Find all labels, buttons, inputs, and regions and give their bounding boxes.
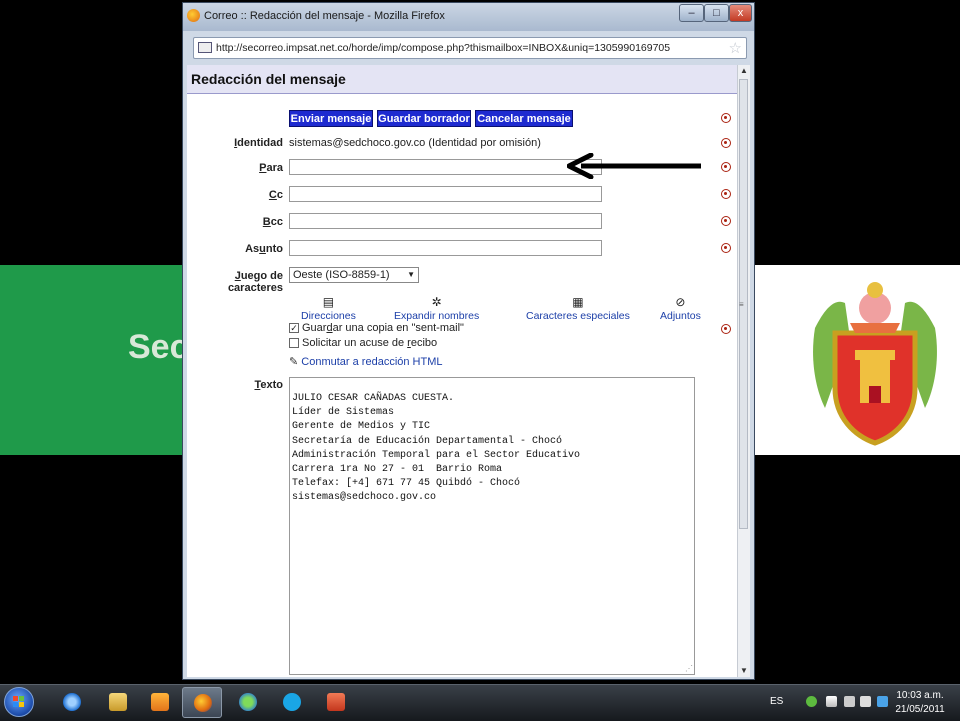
cc-input[interactable]	[289, 186, 602, 202]
bcc-input[interactable]	[289, 213, 602, 229]
save-copy-checkbox[interactable]: ✓	[289, 323, 299, 333]
resize-grip-icon[interactable]: ≡	[739, 300, 744, 309]
identity-value: sistemas@sedchoco.gov.co (Identidad por …	[289, 137, 541, 149]
start-button[interactable]	[4, 687, 34, 717]
taskbar-firefox[interactable]	[182, 687, 222, 718]
text-label: Texto	[254, 379, 283, 391]
identity-label: Identidad	[234, 137, 283, 149]
message-body-textarea[interactable]: JULIO CESAR CAÑADAS CUESTA. Líder de Sis…	[289, 377, 695, 675]
taskbar-skype[interactable]	[272, 687, 312, 718]
close-button[interactable]: x	[729, 4, 752, 22]
help-icon[interactable]	[721, 324, 731, 334]
to-label: Para	[259, 162, 283, 174]
windows-logo-icon	[13, 696, 25, 708]
folder-icon	[109, 693, 127, 711]
special-characters-link[interactable]: ▦ Caracteres especiales	[526, 295, 630, 322]
help-icon[interactable]	[721, 162, 731, 172]
message-body-text: JULIO CESAR CAÑADAS CUESTA. Líder de Sis…	[292, 393, 581, 504]
expand-names-link[interactable]: ✲ Expandir nombres	[394, 295, 479, 322]
help-icon[interactable]	[721, 243, 731, 253]
taskbar-internet-explorer[interactable]	[52, 687, 92, 718]
taskbar-powerpoint[interactable]	[316, 687, 356, 718]
help-icon[interactable]	[721, 216, 731, 226]
help-icon[interactable]	[721, 189, 731, 199]
save-draft-button[interactable]: Guardar borrador	[377, 110, 471, 127]
internet-explorer-icon	[63, 693, 81, 711]
subject-input[interactable]	[289, 240, 602, 256]
skype-icon	[283, 693, 301, 711]
clock-time: 10:03 a.m.	[896, 690, 944, 701]
charset-label: Juego de caracteres	[227, 270, 283, 294]
powerpoint-icon	[327, 693, 345, 711]
special-characters-icon: ▦	[572, 295, 584, 309]
window-titlebar[interactable]: Correo :: Redacción del mensaje - Mozill…	[183, 3, 754, 31]
taskbar-messenger[interactable]	[228, 687, 268, 718]
expand-names-icon: ✲	[431, 295, 442, 309]
send-message-button[interactable]: Enviar mensaje	[289, 110, 373, 127]
flag-tray-icon[interactable]	[826, 696, 837, 707]
bcc-label: Bcc	[262, 216, 283, 228]
firefox-icon	[194, 694, 212, 712]
address-bar[interactable]: http://secorreo.impsat.net.co/horde/imp/…	[193, 37, 747, 59]
page-title: Redacción del mensaje	[191, 71, 346, 87]
subject-label: Asunto	[245, 243, 283, 255]
bookmark-star-icon[interactable]: ☆	[729, 39, 742, 57]
site-mail-icon	[198, 42, 212, 53]
media-player-icon	[151, 693, 169, 711]
system-clock[interactable]: 10:03 a.m. 21/05/2011	[884, 689, 956, 717]
textarea-resize-icon[interactable]: ⋰	[685, 664, 693, 673]
minimize-button[interactable]: –	[679, 4, 704, 22]
chevron-down-icon: ▼	[407, 270, 415, 279]
page-content: Redacción del mensaje ▲ ▼ Enviar mensaje…	[187, 65, 750, 677]
to-input[interactable]	[289, 159, 602, 175]
taskbar-file-explorer[interactable]	[98, 687, 138, 718]
read-receipt-checkbox[interactable]	[289, 338, 299, 348]
read-receipt-label: Solicitar un acuse de recibo	[302, 337, 438, 349]
paperclip-icon: ⊘	[675, 295, 686, 309]
cc-label: Cc	[268, 189, 283, 201]
charset-select[interactable]: Oeste (ISO-8859-1) ▼	[289, 267, 419, 283]
taskbar-media-player[interactable]	[140, 687, 180, 718]
taskbar: ES 10:03 a.m. 21/05/2011	[0, 684, 960, 721]
help-icon[interactable]	[721, 138, 731, 148]
url-text: http://secorreo.impsat.net.co/horde/imp/…	[216, 42, 671, 54]
help-icon[interactable]	[721, 113, 731, 123]
messenger-icon	[239, 693, 257, 711]
firefox-window: Correo :: Redacción del mensaje - Mozill…	[182, 2, 755, 680]
security-tray-icon[interactable]	[806, 696, 817, 707]
firefox-icon	[187, 9, 200, 22]
save-copy-label: Guardar una copia en "sent-mail"	[302, 322, 464, 334]
coat-of-arms-icon	[813, 282, 937, 446]
volume-tray-icon[interactable]	[860, 696, 871, 707]
page-header: Redacción del mensaje	[187, 65, 738, 94]
attachments-link[interactable]: ⊘ Adjuntos	[660, 295, 701, 322]
annotation-arrow-icon	[567, 153, 701, 179]
cancel-message-button[interactable]: Cancelar mensaje	[475, 110, 573, 127]
network-tray-icon[interactable]	[844, 696, 855, 707]
clock-date: 21/05/2011	[895, 704, 945, 715]
scroll-up-icon[interactable]: ▲	[740, 66, 748, 75]
window-title: Correo :: Redacción del mensaje - Mozill…	[204, 10, 445, 22]
language-indicator[interactable]: ES	[770, 696, 783, 707]
html-toggle-link[interactable]: ✎ Conmutar a redacción HTML	[289, 355, 443, 368]
scroll-down-icon[interactable]: ▼	[740, 666, 748, 675]
addresses-link[interactable]: ▤ Direcciones	[301, 295, 356, 322]
maximize-button[interactable]: □	[704, 4, 729, 22]
address-book-icon: ▤	[322, 295, 335, 309]
vertical-scrollbar[interactable]: ▲ ▼	[737, 65, 750, 677]
edit-icon: ✎	[289, 356, 299, 368]
